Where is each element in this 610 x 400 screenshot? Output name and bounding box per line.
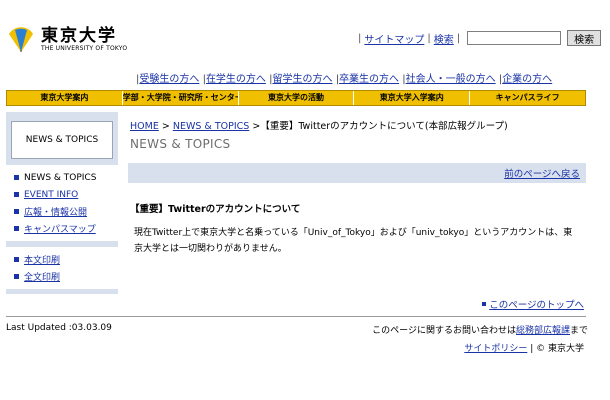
ginkgo-logo-icon xyxy=(9,27,33,52)
sidebar-item-label: NEWS & TOPICS xyxy=(24,172,97,183)
audience-link-companies[interactable]: 企業の方へ xyxy=(502,74,552,85)
global-nav: 東京大学案内 学部・大学院・研究所・センター 東京大学の活動 東京大学入学案内 … xyxy=(6,90,586,106)
article-body: 現在Twitter上で東京大学と名乗っている「Univ_of_Tokyo」および… xyxy=(134,228,573,254)
nav-item-admissions[interactable]: 東京大学入学案内 xyxy=(354,91,471,105)
contact-prefix: このページに関するお問い合わせは xyxy=(372,326,516,336)
to-top[interactable]: このページのトップへ xyxy=(482,297,584,311)
sidebar-item-campus-map[interactable]: キャンパスマップ xyxy=(14,220,118,237)
sitemap-link[interactable]: サイトマップ xyxy=(364,31,424,46)
copyright: © 東京大学 xyxy=(536,344,584,354)
search-input[interactable] xyxy=(467,31,562,45)
audience-link-prospective[interactable]: 受験生の方へ xyxy=(139,74,199,85)
audience-link-international[interactable]: 留学生の方へ xyxy=(273,74,333,85)
sidebar-item-public-relations[interactable]: 広報・情報公開 xyxy=(14,203,118,220)
nav-item-about[interactable]: 東京大学案内 xyxy=(7,91,123,105)
sidebar-item-label[interactable]: 広報・情報公開 xyxy=(24,205,87,218)
sidebar: NEWS & TOPICS NEWS & TOPICS EVENT INFO 広… xyxy=(6,112,118,294)
print-body-link[interactable]: 本文印刷 xyxy=(24,253,60,266)
square-bullet-icon xyxy=(482,302,487,306)
university-logo[interactable]: 東京大学 THE UNIVERSITY OF TOKYO xyxy=(6,24,127,54)
nav-item-faculties[interactable]: 学部・大学院・研究所・センター xyxy=(123,91,239,105)
search-link[interactable]: 検索 xyxy=(434,31,454,46)
audience-links: |受験生の方へ |在学生の方へ |留学生の方へ |卒業生の方へ |社会人・一般の… xyxy=(136,74,553,85)
contact-link[interactable]: 総務部広報課 xyxy=(516,326,570,336)
utility-bar: | サイトマップ | 検索 | 検索 xyxy=(355,30,602,46)
logo-english-text: THE UNIVERSITY OF TOKYO xyxy=(41,44,128,52)
square-bullet-icon xyxy=(14,175,19,180)
nav-item-activities[interactable]: 東京大学の活動 xyxy=(239,91,355,105)
audience-link-current-students[interactable]: 在学生の方へ xyxy=(206,74,266,85)
to-top-link[interactable]: このページのトップへ xyxy=(489,297,584,311)
breadcrumb-separator: > xyxy=(161,121,170,132)
footer-divider xyxy=(6,316,586,317)
audience-link-alumni[interactable]: 卒業生の方へ xyxy=(339,74,399,85)
back-bar: 前のページへ戻る xyxy=(128,163,586,183)
breadcrumb-current: 【重要】Twitterのアカウントについて(本部広報グループ) xyxy=(260,121,508,132)
sidebar-title: NEWS & TOPICS xyxy=(11,121,113,159)
article-title: 【重要】Twitterのアカウントについて xyxy=(130,204,301,215)
breadcrumb-home[interactable]: HOME xyxy=(130,121,159,132)
footer-policy: サイトポリシー | © 東京大学 xyxy=(464,344,584,354)
print-body-item[interactable]: 本文印刷 xyxy=(14,251,118,268)
search-button[interactable]: 検索 xyxy=(567,30,602,46)
sidebar-item-label[interactable]: キャンパスマップ xyxy=(24,222,96,235)
square-bullet-icon xyxy=(14,192,19,197)
breadcrumb: HOME > NEWS & TOPICS >【重要】Twitterのアカウントに… xyxy=(130,118,508,132)
sidebar-menu: NEWS & TOPICS EVENT INFO 広報・情報公開 キャンパスマッ… xyxy=(6,165,118,241)
contact-text: このページに関するお問い合わせは総務部広報課まで xyxy=(372,323,588,336)
site-policy-link[interactable]: サイトポリシー xyxy=(464,344,527,354)
logo-japanese-text: 東京大学 xyxy=(41,25,117,46)
print-menu: 本文印刷 全文印刷 xyxy=(6,247,118,289)
square-bullet-icon xyxy=(14,226,19,231)
audience-link-public[interactable]: 社会人・一般の方へ xyxy=(406,74,496,85)
square-bullet-icon xyxy=(14,257,19,262)
sidebar-item-event-info[interactable]: EVENT INFO xyxy=(14,186,118,203)
print-all-link[interactable]: 全文印刷 xyxy=(24,270,60,283)
nav-item-campus-life[interactable]: キャンパスライフ xyxy=(470,91,585,105)
back-link[interactable]: 前のページへ戻る xyxy=(504,166,580,180)
square-bullet-icon xyxy=(14,274,19,279)
square-bullet-icon xyxy=(14,209,19,214)
sidebar-item-label[interactable]: EVENT INFO xyxy=(24,190,78,200)
breadcrumb-news[interactable]: NEWS & TOPICS xyxy=(173,121,249,132)
print-all-item[interactable]: 全文印刷 xyxy=(14,268,118,285)
contact-suffix: まで xyxy=(569,326,588,336)
last-updated: Last Updated :03.03.09 xyxy=(6,323,112,333)
page-title: NEWS & TOPICS xyxy=(130,137,231,151)
sidebar-item-news[interactable]: NEWS & TOPICS xyxy=(14,169,118,186)
